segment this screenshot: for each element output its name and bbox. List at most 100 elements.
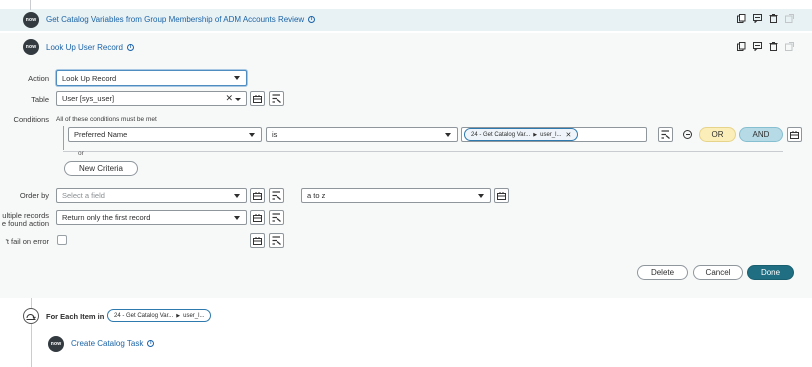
dont-fail-reference-button[interactable] <box>269 233 284 248</box>
multiple-records-reference-button[interactable] <box>269 210 284 225</box>
data-pill-source: 24 - Get Catalog Var... <box>114 312 174 319</box>
for-each-label: For Each Item in <box>46 312 105 321</box>
table-select-value: User [sys_user] <box>62 94 115 103</box>
done-button[interactable]: Done <box>747 265 794 280</box>
step-title-create-catalog-task[interactable]: Create Catalog Task i <box>71 339 155 348</box>
data-pill-source: 24 - Get Catalog Var... <box>471 131 531 138</box>
comment-icon[interactable] <box>753 42 762 52</box>
step-title-text: Get Catalog Variables from Group Members… <box>46 15 305 24</box>
remove-pill-icon[interactable]: ✕ <box>565 131 571 139</box>
condition-reference-button[interactable] <box>658 127 673 142</box>
multiple-records-select[interactable]: Return only the first record <box>56 210 247 225</box>
chevron-down-icon <box>478 194 484 198</box>
order-by-pill-picker-button[interactable] <box>250 188 265 203</box>
condition-value-field[interactable]: 24 - Get Catalog Var... ▶ user_l... ✕ <box>461 127 647 142</box>
chevron-down-icon <box>445 133 451 137</box>
table-label: Table <box>31 95 49 104</box>
dot-walk-icon <box>272 94 281 103</box>
comment-icon[interactable] <box>753 14 762 24</box>
condition-field-value: Preferred Name <box>74 130 128 139</box>
step-title-text: Create Catalog Task <box>71 339 144 348</box>
copy-icon[interactable] <box>737 42 746 51</box>
dot-walk-icon <box>272 191 281 200</box>
dont-fail-checkbox[interactable] <box>57 235 67 245</box>
sort-direction-select[interactable]: a to z <box>301 188 491 203</box>
data-pill-field: user_l... <box>183 312 205 319</box>
copy-icon[interactable] <box>737 14 746 23</box>
data-pill-icon <box>253 191 262 200</box>
step-title-text: Look Up User Record <box>46 43 123 52</box>
current-step-toolbar <box>737 42 794 52</box>
multiple-records-pill-picker-button[interactable] <box>250 210 265 225</box>
expand-icon[interactable] <box>785 14 794 23</box>
chevron-down-icon <box>235 98 241 101</box>
sort-direction-pill-picker-button[interactable] <box>494 188 509 203</box>
data-pill-icon <box>790 130 799 139</box>
info-icon[interactable]: i <box>308 16 316 24</box>
chevron-down-icon <box>249 133 255 137</box>
sort-direction-value: a to z <box>307 191 326 200</box>
info-icon[interactable]: i <box>126 44 134 52</box>
clear-icon[interactable]: ✕ <box>225 93 233 104</box>
or-separator-label: or <box>78 150 84 157</box>
multiple-records-label-line2: e found action <box>1 219 49 228</box>
dont-fail-label: 't fail on error <box>5 237 49 246</box>
top-step-toolbar <box>737 14 794 24</box>
order-by-placeholder: Select a field <box>62 191 105 200</box>
data-pill[interactable]: 24 - Get Catalog Var... ▶ user_l... ✕ <box>464 128 579 141</box>
condition-field-select[interactable]: Preferred Name <box>68 127 262 142</box>
dot-walk-icon <box>272 213 281 222</box>
new-criteria-button[interactable]: New Criteria <box>64 161 138 176</box>
cancel-button[interactable]: Cancel <box>693 265 743 280</box>
dont-fail-pill-picker-button[interactable] <box>250 233 265 248</box>
multiple-records-value: Return only the first record <box>62 213 151 222</box>
remove-condition-icon[interactable] <box>683 130 692 139</box>
delete-button[interactable]: Delete <box>637 265 688 280</box>
top-divider <box>0 31 812 33</box>
data-pill-icon <box>253 94 262 103</box>
condition-operator-value: is <box>272 130 278 139</box>
pill-arrow-icon: ▶ <box>176 312 181 319</box>
pill-arrow-icon: ▶ <box>533 131 538 138</box>
chevron-down-icon <box>234 76 240 80</box>
step-title-look-up-user-record[interactable]: Look Up User Record i <box>46 43 134 52</box>
chevron-down-icon <box>234 194 240 198</box>
expand-icon[interactable] <box>785 42 794 51</box>
now-logo-icon: now <box>23 39 39 55</box>
data-pill-icon <box>253 236 262 245</box>
action-label: Action <box>28 74 49 83</box>
data-pill-icon <box>253 213 262 222</box>
conditions-label: Conditions <box>13 115 49 124</box>
step-title-get-catalog-variables[interactable]: Get Catalog Variables from Group Members… <box>46 15 316 24</box>
order-by-label: Order by <box>19 191 49 200</box>
condition-operator-select[interactable]: is <box>266 127 458 142</box>
delete-icon[interactable] <box>769 14 778 23</box>
table-select[interactable]: User [sys_user] ✕ <box>56 91 247 106</box>
timeline-line-child <box>31 324 32 367</box>
and-button[interactable]: AND <box>739 127 783 142</box>
data-pill-field: user_l... <box>540 131 562 138</box>
timeline-line-top <box>30 0 31 10</box>
action-select-value: Look Up Record <box>62 73 117 83</box>
data-pill-icon <box>497 191 506 200</box>
for-each-data-pill[interactable]: 24 - Get Catalog Var... ▶ user_l... <box>107 309 212 322</box>
timeline-line-foreach <box>31 298 32 308</box>
or-separator-line <box>63 151 783 152</box>
order-by-reference-button[interactable] <box>269 188 284 203</box>
now-logo-icon: now <box>48 336 64 352</box>
table-reference-button[interactable] <box>269 91 284 106</box>
now-logo-icon: now <box>23 12 39 28</box>
for-each-icon <box>23 308 39 324</box>
dot-walk-icon <box>272 236 281 245</box>
conditions-hint: All of these conditions must be met <box>56 116 157 123</box>
info-icon[interactable]: i <box>147 340 155 348</box>
delete-icon[interactable] <box>769 42 778 51</box>
action-select[interactable]: Look Up Record <box>56 70 247 86</box>
order-by-field-select[interactable]: Select a field <box>56 188 247 203</box>
condition-pill-picker-button[interactable] <box>787 127 802 142</box>
table-pill-picker-button[interactable] <box>250 91 265 106</box>
chevron-down-icon <box>234 216 240 220</box>
condition-group-bracket <box>63 126 64 150</box>
or-button[interactable]: OR <box>699 127 736 142</box>
dot-walk-icon <box>661 130 670 139</box>
